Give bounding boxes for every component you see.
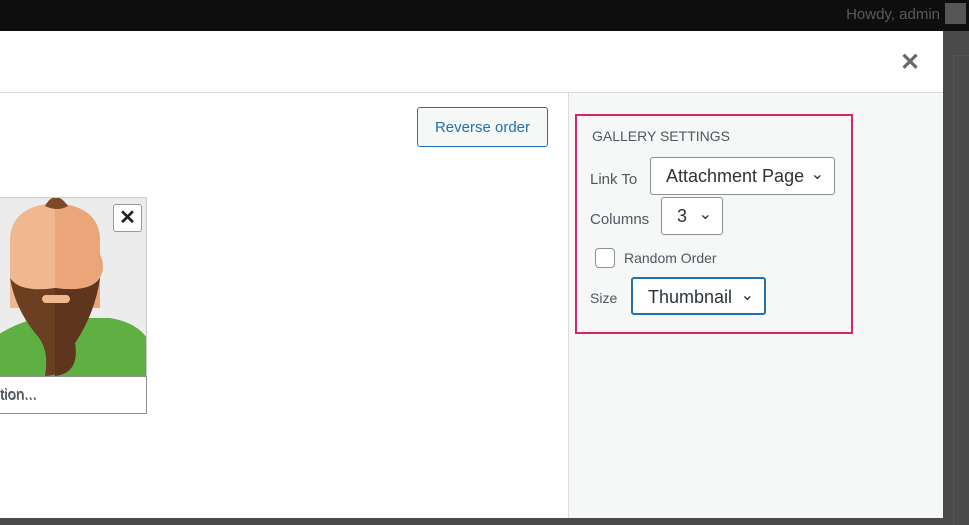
gallery-settings-sidebar: Gallery Settings Link To Attachment Page… (568, 93, 943, 518)
remove-image-button[interactable]: ✕ (113, 204, 142, 232)
gallery-settings-panel: Gallery Settings Link To Attachment Page… (575, 114, 853, 334)
link-to-label: Link To (590, 171, 638, 188)
random-order-label[interactable]: Random Order (624, 250, 717, 266)
gallery-settings-heading: Gallery Settings (592, 128, 730, 144)
modal-backdrop (943, 31, 969, 525)
size-select[interactable]: Thumbnail ⌄ (631, 277, 766, 315)
columns-value: 3 (677, 206, 688, 226)
columns-label: Columns (590, 211, 650, 228)
random-order-checkbox[interactable] (595, 248, 615, 268)
chevron-down-icon: ⌄ (698, 206, 712, 223)
user-avatar-icon[interactable] (945, 3, 966, 24)
chevron-down-icon: ⌄ (810, 166, 824, 183)
size-value: Thumbnail (648, 287, 733, 307)
link-to-value: Attachment Page (666, 166, 805, 186)
close-icon[interactable]: ✕ (896, 49, 924, 77)
caption-input[interactable] (0, 377, 146, 413)
admin-bar: Howdy, admin (0, 0, 969, 31)
reverse-order-button[interactable]: Reverse order (417, 107, 548, 147)
modal-header: ✕ (0, 31, 943, 93)
size-label: Size (590, 290, 618, 306)
link-to-select[interactable]: Attachment Page ⌄ (650, 157, 835, 195)
columns-select[interactable]: 3 ⌄ (661, 197, 723, 235)
howdy-greeting[interactable]: Howdy, admin (846, 6, 940, 23)
media-modal: ✕ Reverse order ✕ tion... Gallery Settin… (0, 31, 943, 518)
caption-field: tion... (0, 376, 147, 414)
chevron-down-icon: ⌄ (740, 287, 754, 304)
